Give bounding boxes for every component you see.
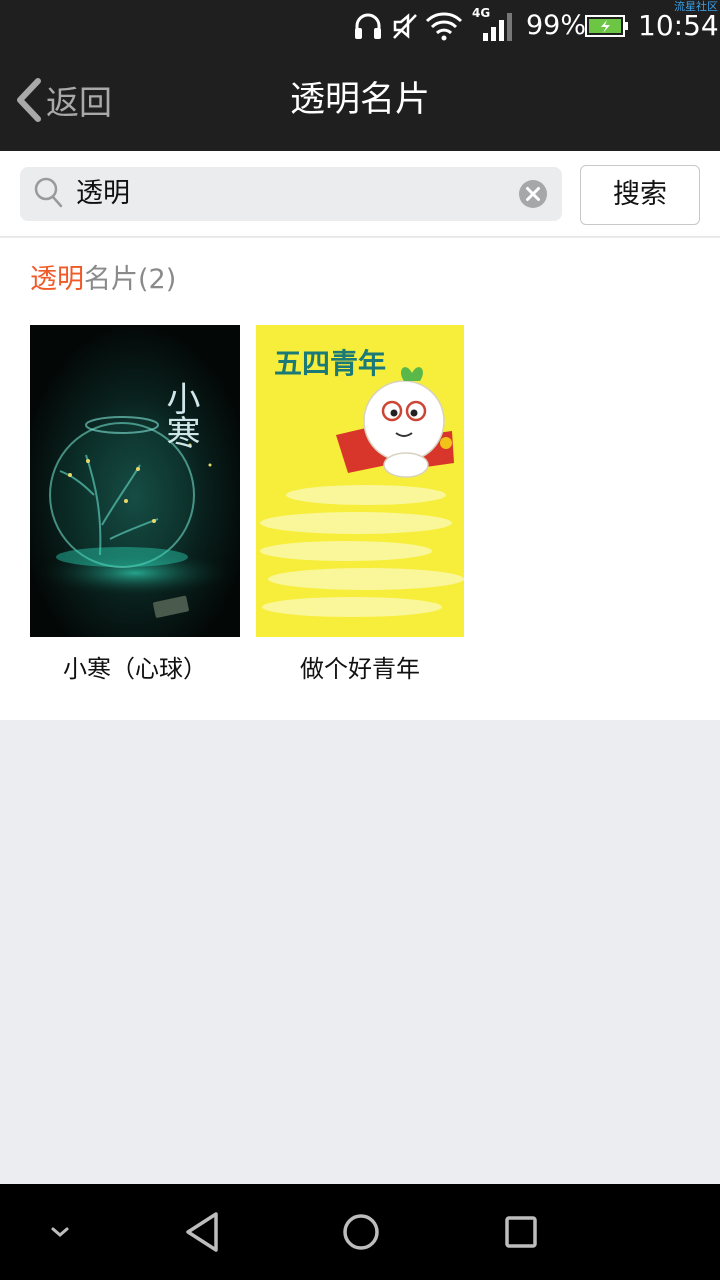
clear-icon[interactable] bbox=[518, 179, 548, 209]
back-button[interactable]: 返回 bbox=[14, 72, 112, 128]
clock: 10:54 bbox=[638, 9, 719, 42]
recents-nav-icon[interactable] bbox=[500, 1208, 542, 1256]
results-heading: 透明名片(2) bbox=[30, 262, 176, 298]
collapse-down-icon[interactable] bbox=[44, 1208, 76, 1256]
results-heading-count: 名片(2) bbox=[84, 264, 177, 295]
card-thumbnail-1: 小寒 bbox=[30, 325, 240, 637]
card-thumbnail-2: 五四青年 bbox=[256, 325, 464, 637]
chevron-left-icon bbox=[17, 78, 41, 122]
battery-charging-icon bbox=[584, 8, 630, 44]
navigation-bar bbox=[0, 1184, 720, 1280]
results-heading-highlight: 透明 bbox=[30, 264, 84, 295]
card-thumbnail-2-text: 五四青年 bbox=[274, 347, 386, 380]
search-row: 透明 搜索 bbox=[0, 151, 720, 237]
status-bar: 流星社区 4G 99% 10:54 bbox=[0, 0, 720, 50]
title-bar: 透明名片 返回 bbox=[0, 50, 720, 151]
battery-percent: 99% bbox=[526, 10, 587, 41]
wifi-icon bbox=[424, 8, 464, 44]
back-label: 返回 bbox=[46, 83, 112, 122]
results-section: 透明名片(2) 小寒 小寒（心球） 五四青年 做个好青年 bbox=[0, 238, 720, 720]
network-type: 4G bbox=[472, 6, 491, 20]
headphones-icon bbox=[352, 8, 384, 44]
card-item-2[interactable]: 五四青年 做个好青年 bbox=[256, 325, 464, 683]
card-thumbnail-1-text: 小寒 bbox=[160, 381, 200, 449]
mute-icon bbox=[390, 8, 420, 44]
signal-icon: 4G bbox=[470, 6, 514, 44]
card-caption-1: 小寒（心球） bbox=[63, 655, 207, 683]
search-icon bbox=[34, 177, 63, 208]
home-nav-icon[interactable] bbox=[340, 1208, 382, 1256]
card-item-1[interactable]: 小寒 小寒（心球） bbox=[30, 325, 240, 683]
search-query-text: 透明 bbox=[76, 178, 130, 209]
search-button[interactable]: 搜索 bbox=[580, 165, 700, 225]
search-input[interactable]: 透明 bbox=[20, 167, 562, 221]
card-caption-2: 做个好青年 bbox=[300, 655, 420, 683]
back-nav-icon[interactable] bbox=[180, 1208, 224, 1256]
